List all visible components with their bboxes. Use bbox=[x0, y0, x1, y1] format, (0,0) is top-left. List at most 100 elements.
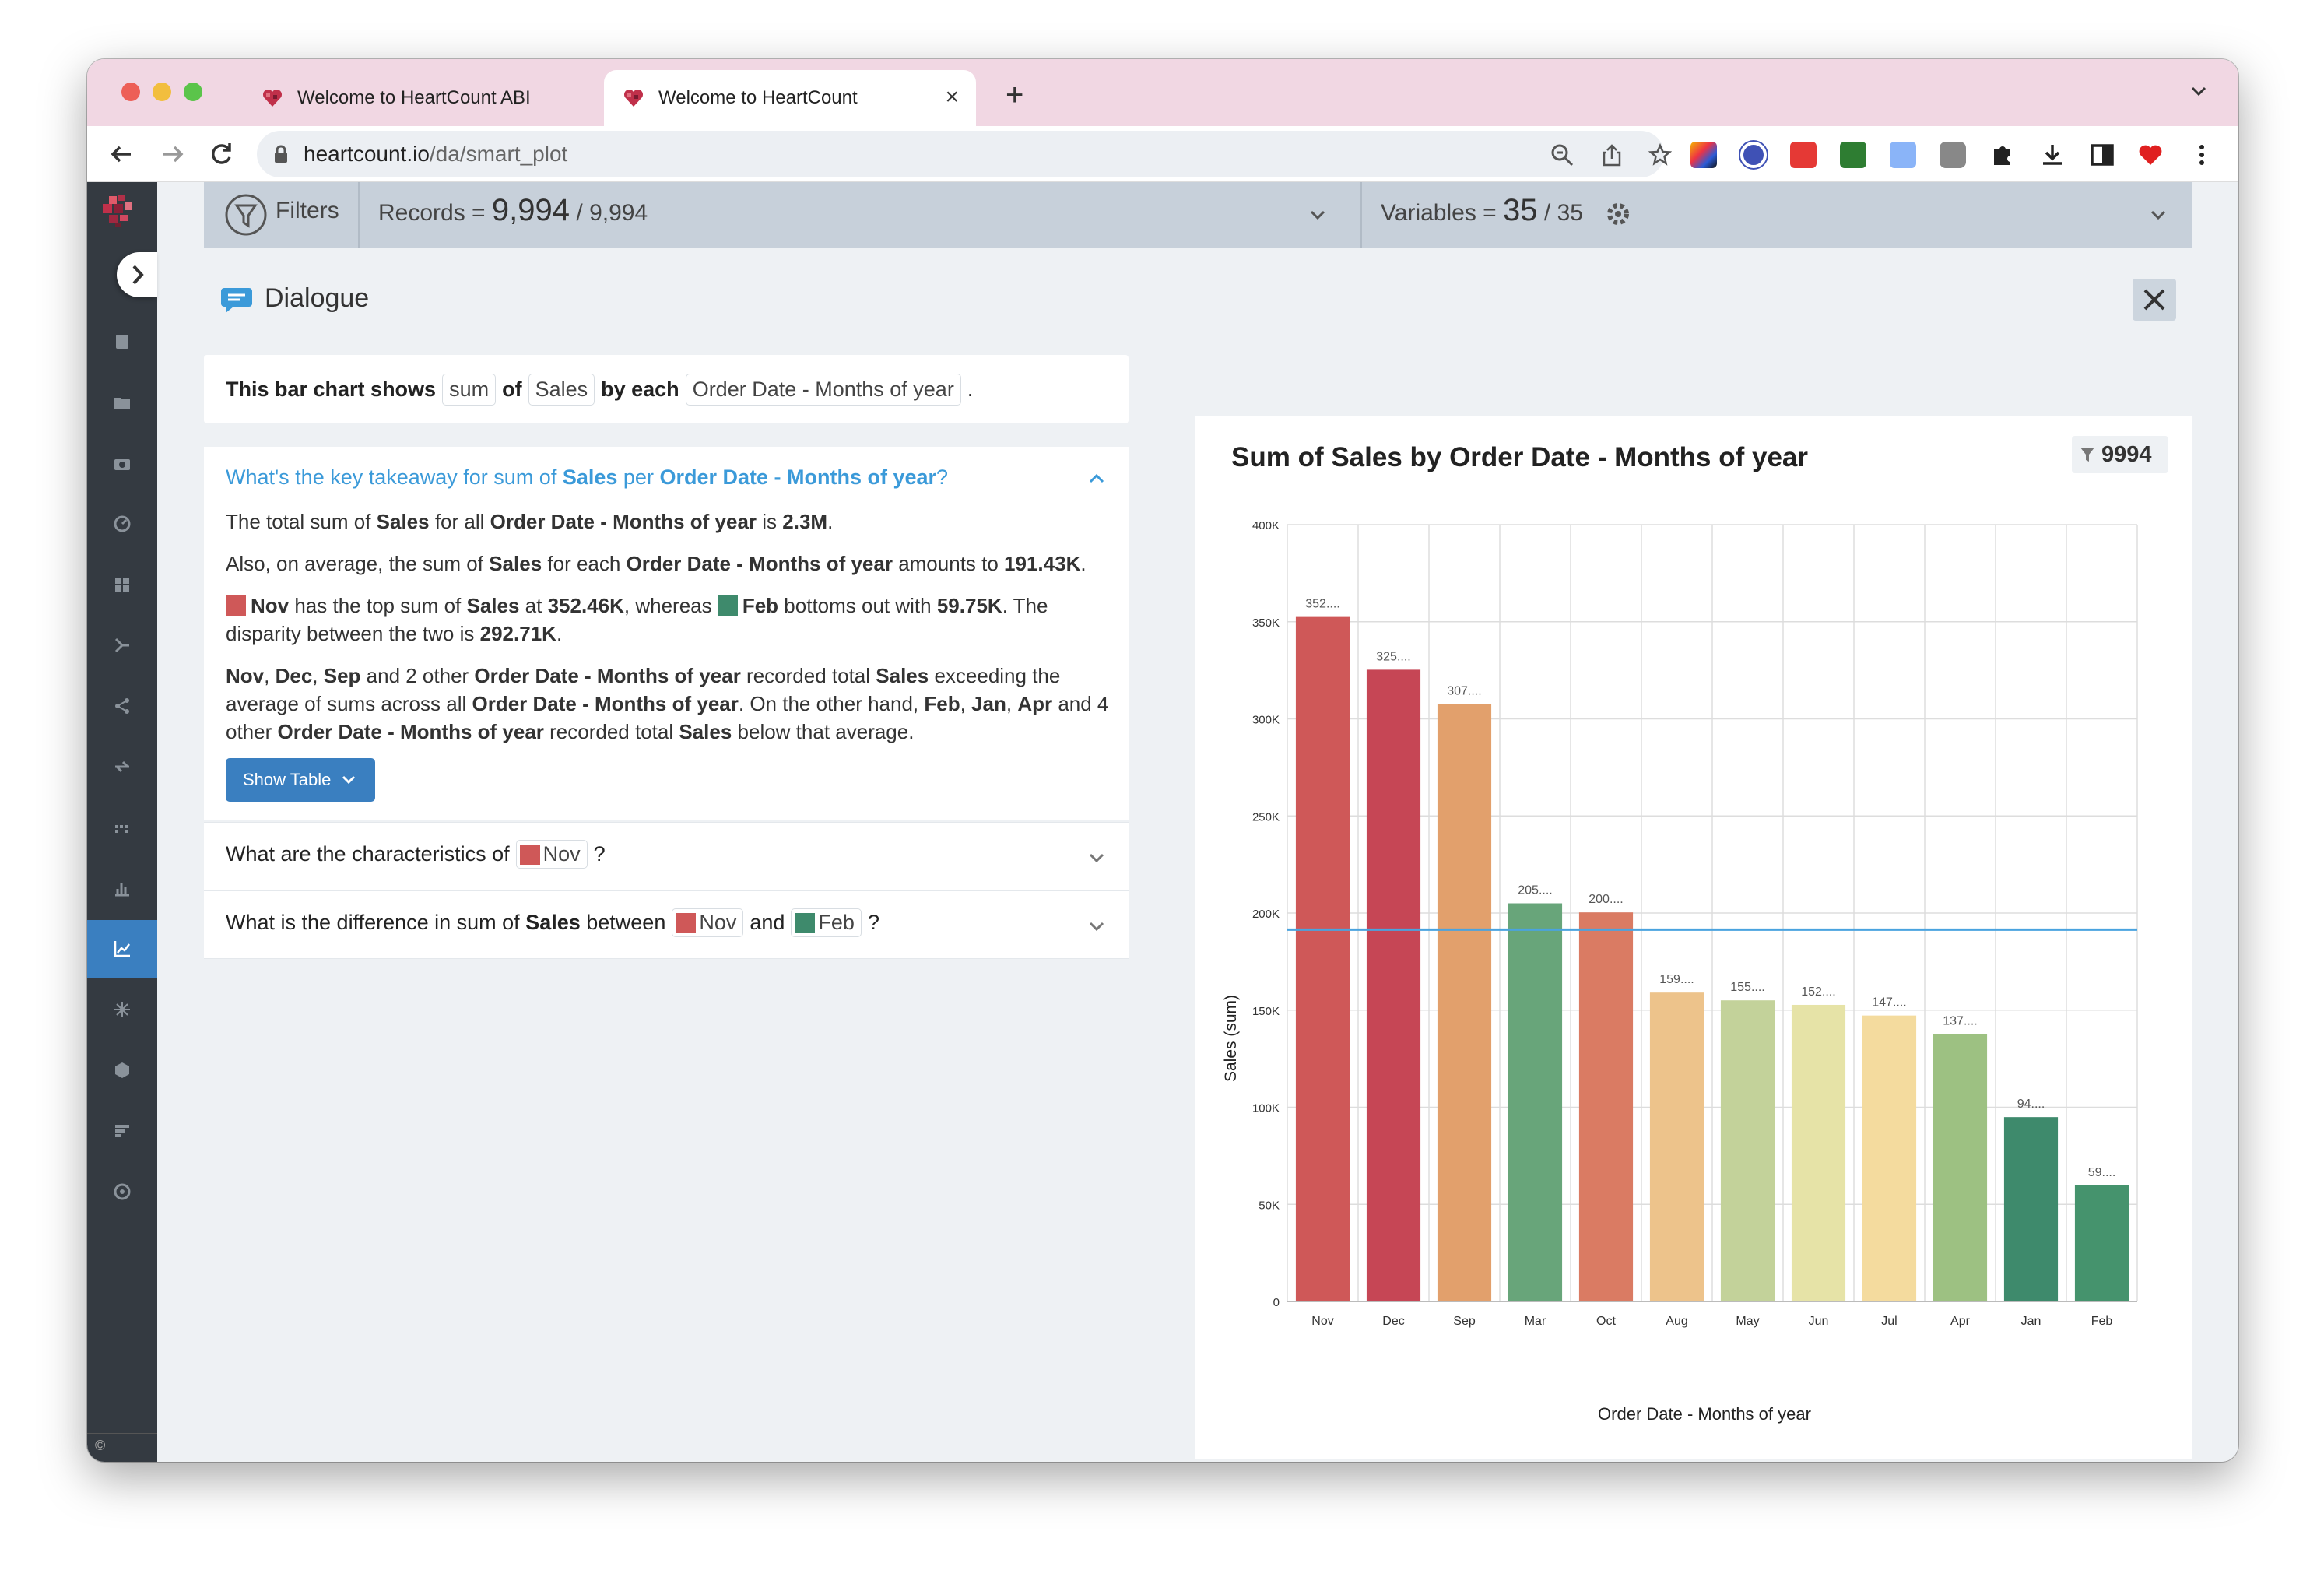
zoom-icon[interactable] bbox=[1550, 143, 1574, 167]
heartcount-favicon-icon bbox=[262, 89, 283, 107]
camera-icon[interactable] bbox=[1940, 142, 1966, 168]
bar-jun[interactable] bbox=[1791, 1004, 1846, 1301]
sidebar-item-tree-icon[interactable] bbox=[112, 635, 132, 655]
nov-color-swatch bbox=[519, 844, 540, 865]
download-icon[interactable] bbox=[2039, 142, 2066, 168]
ans-bold: Dec bbox=[275, 664, 313, 687]
filter-funnel-icon[interactable] bbox=[224, 193, 268, 237]
extension-blue-icon[interactable] bbox=[1890, 142, 1916, 168]
reload-icon[interactable] bbox=[205, 139, 237, 170]
close-tab-icon[interactable]: × bbox=[945, 86, 959, 109]
variables-sep: / bbox=[1543, 200, 1551, 226]
sidebar-item-grid-icon[interactable] bbox=[112, 574, 132, 595]
ans-text: is bbox=[757, 510, 783, 533]
sidebar-item-settings-icon[interactable] bbox=[112, 1182, 132, 1202]
variables-settings-gear-icon[interactable] bbox=[1605, 201, 1631, 227]
ans-text: Also, on average, the sum of bbox=[226, 552, 490, 575]
lock-icon bbox=[275, 145, 287, 163]
bar-dec[interactable] bbox=[1366, 669, 1421, 1301]
bar-nov[interactable] bbox=[1295, 616, 1350, 1301]
ans-bold: Nov bbox=[226, 664, 265, 687]
question-difference[interactable]: What is the difference in sum of Sales b… bbox=[204, 890, 1129, 959]
q2-text-2: ? bbox=[593, 842, 606, 866]
bar-may[interactable] bbox=[1720, 1000, 1775, 1301]
ans-bold: 2.3M bbox=[782, 510, 828, 533]
sidepanel-icon[interactable] bbox=[2089, 142, 2115, 168]
aggregation-chip[interactable]: sum bbox=[442, 374, 497, 406]
sidebar-item-network-icon[interactable] bbox=[112, 999, 132, 1020]
chevron-right-icon bbox=[132, 265, 144, 285]
heart-icon[interactable] bbox=[2137, 142, 2164, 168]
y-tick-label: 150K bbox=[1252, 1005, 1280, 1018]
new-tab-icon[interactable]: + bbox=[1006, 79, 1023, 111]
bookmark-star-icon[interactable] bbox=[1648, 143, 1672, 167]
ans-bold: Order Date - Months of year bbox=[626, 552, 893, 575]
sidebar-item-dashboard-gauge-icon[interactable] bbox=[112, 514, 132, 534]
bar-mar[interactable] bbox=[1508, 903, 1563, 1301]
extension-palette-icon[interactable] bbox=[1690, 142, 1717, 168]
summary-end: . bbox=[967, 378, 974, 401]
chart-card: Sum of Sales by Order Date - Months of y… bbox=[1195, 416, 2192, 1459]
share-icon[interactable] bbox=[1600, 143, 1624, 167]
sidebar-item-camera-icon[interactable] bbox=[112, 453, 132, 473]
extension-green-icon[interactable] bbox=[1840, 142, 1866, 168]
bar-jul[interactable] bbox=[1862, 1015, 1917, 1301]
sidebar-item-ranking-icon[interactable] bbox=[112, 1121, 132, 1141]
nov-chip[interactable]: Nov bbox=[672, 908, 744, 937]
ans-bold: Order Date - Months of year bbox=[474, 664, 741, 687]
sidebar-item-share-icon[interactable] bbox=[112, 696, 132, 716]
x-tick-label: Feb bbox=[2091, 1315, 2113, 1328]
app-area: © Filters Records = 9,994 / 9,994 Variab… bbox=[87, 182, 2238, 1462]
bar-feb[interactable] bbox=[2074, 1185, 2129, 1301]
kebab-menu-icon[interactable] bbox=[2189, 142, 2215, 168]
q3-text-2: Sales bbox=[525, 911, 581, 934]
minimize-window-button[interactable] bbox=[153, 83, 171, 101]
extension-red-icon[interactable] bbox=[1790, 142, 1817, 168]
show-table-button[interactable]: Show Table bbox=[226, 758, 375, 802]
filters-label[interactable]: Filters bbox=[276, 198, 339, 224]
sidebar-item-cube-icon[interactable] bbox=[112, 1060, 132, 1080]
forward-arrow-icon[interactable] bbox=[157, 139, 188, 170]
bar-jan[interactable] bbox=[2003, 1117, 2059, 1301]
close-dialogue-button[interactable] bbox=[2133, 279, 2176, 321]
sidebar-item-notebook-icon[interactable] bbox=[112, 332, 132, 352]
chevron-down-icon[interactable] bbox=[1088, 852, 1105, 863]
chevron-down-icon[interactable] bbox=[1088, 921, 1105, 932]
sidebar-item-folder-icon[interactable] bbox=[112, 392, 132, 413]
question-characteristics[interactable]: What are the characteristics of Nov ? bbox=[204, 822, 1129, 890]
expand-sidebar-button[interactable] bbox=[117, 252, 157, 297]
bar-apr[interactable] bbox=[1933, 1034, 1988, 1301]
address-bar[interactable]: heartcount.io/da/smart_plot bbox=[257, 131, 1672, 177]
ans-text: at bbox=[519, 594, 548, 617]
zoom-window-button[interactable] bbox=[184, 83, 202, 101]
bar-oct[interactable] bbox=[1578, 912, 1634, 1301]
nov-color-swatch bbox=[226, 595, 246, 616]
data-label: 200.... bbox=[1589, 893, 1623, 906]
dimension-chip[interactable]: Order Date - Months of year bbox=[685, 374, 961, 406]
puzzle-extensions-icon[interactable] bbox=[1989, 142, 2016, 168]
data-label: 205.... bbox=[1518, 884, 1552, 897]
sidebar-item-smart-plot-icon[interactable] bbox=[112, 939, 132, 959]
q1-text-5: ? bbox=[936, 465, 949, 489]
extension-face-icon[interactable] bbox=[1740, 142, 1767, 168]
chevron-up-icon[interactable] bbox=[1088, 473, 1105, 484]
measure-chip[interactable]: Sales bbox=[528, 374, 595, 406]
tab-heartcount[interactable]: Welcome to HeartCount × bbox=[604, 70, 976, 126]
chevron-down-icon[interactable] bbox=[2190, 83, 2207, 100]
summary-prefix: This bar chart shows bbox=[226, 378, 437, 401]
filter-divider bbox=[1360, 182, 1362, 248]
sidebar-item-heatmap-icon[interactable] bbox=[112, 817, 132, 838]
variables-dropdown-chevron-icon[interactable] bbox=[2150, 209, 2167, 221]
answer-paragraph-top-bottom: Nov has the top sum of Sales at 352.46K,… bbox=[226, 592, 1113, 648]
records-dropdown-chevron-icon[interactable] bbox=[1309, 209, 1326, 221]
sidebar-item-compare-icon[interactable] bbox=[112, 757, 132, 777]
ans-bold: 59.75K bbox=[936, 594, 1002, 617]
nov-chip[interactable]: Nov bbox=[515, 840, 588, 869]
bar-aug[interactable] bbox=[1649, 992, 1704, 1301]
sidebar-item-bar-chart-icon[interactable] bbox=[112, 878, 132, 898]
question-title[interactable]: What's the key takeaway for sum of Sales… bbox=[226, 465, 948, 490]
back-arrow-icon[interactable] bbox=[106, 139, 137, 170]
feb-chip[interactable]: Feb bbox=[791, 908, 862, 937]
bar-sep[interactable] bbox=[1437, 704, 1492, 1301]
close-window-button[interactable] bbox=[121, 83, 140, 101]
